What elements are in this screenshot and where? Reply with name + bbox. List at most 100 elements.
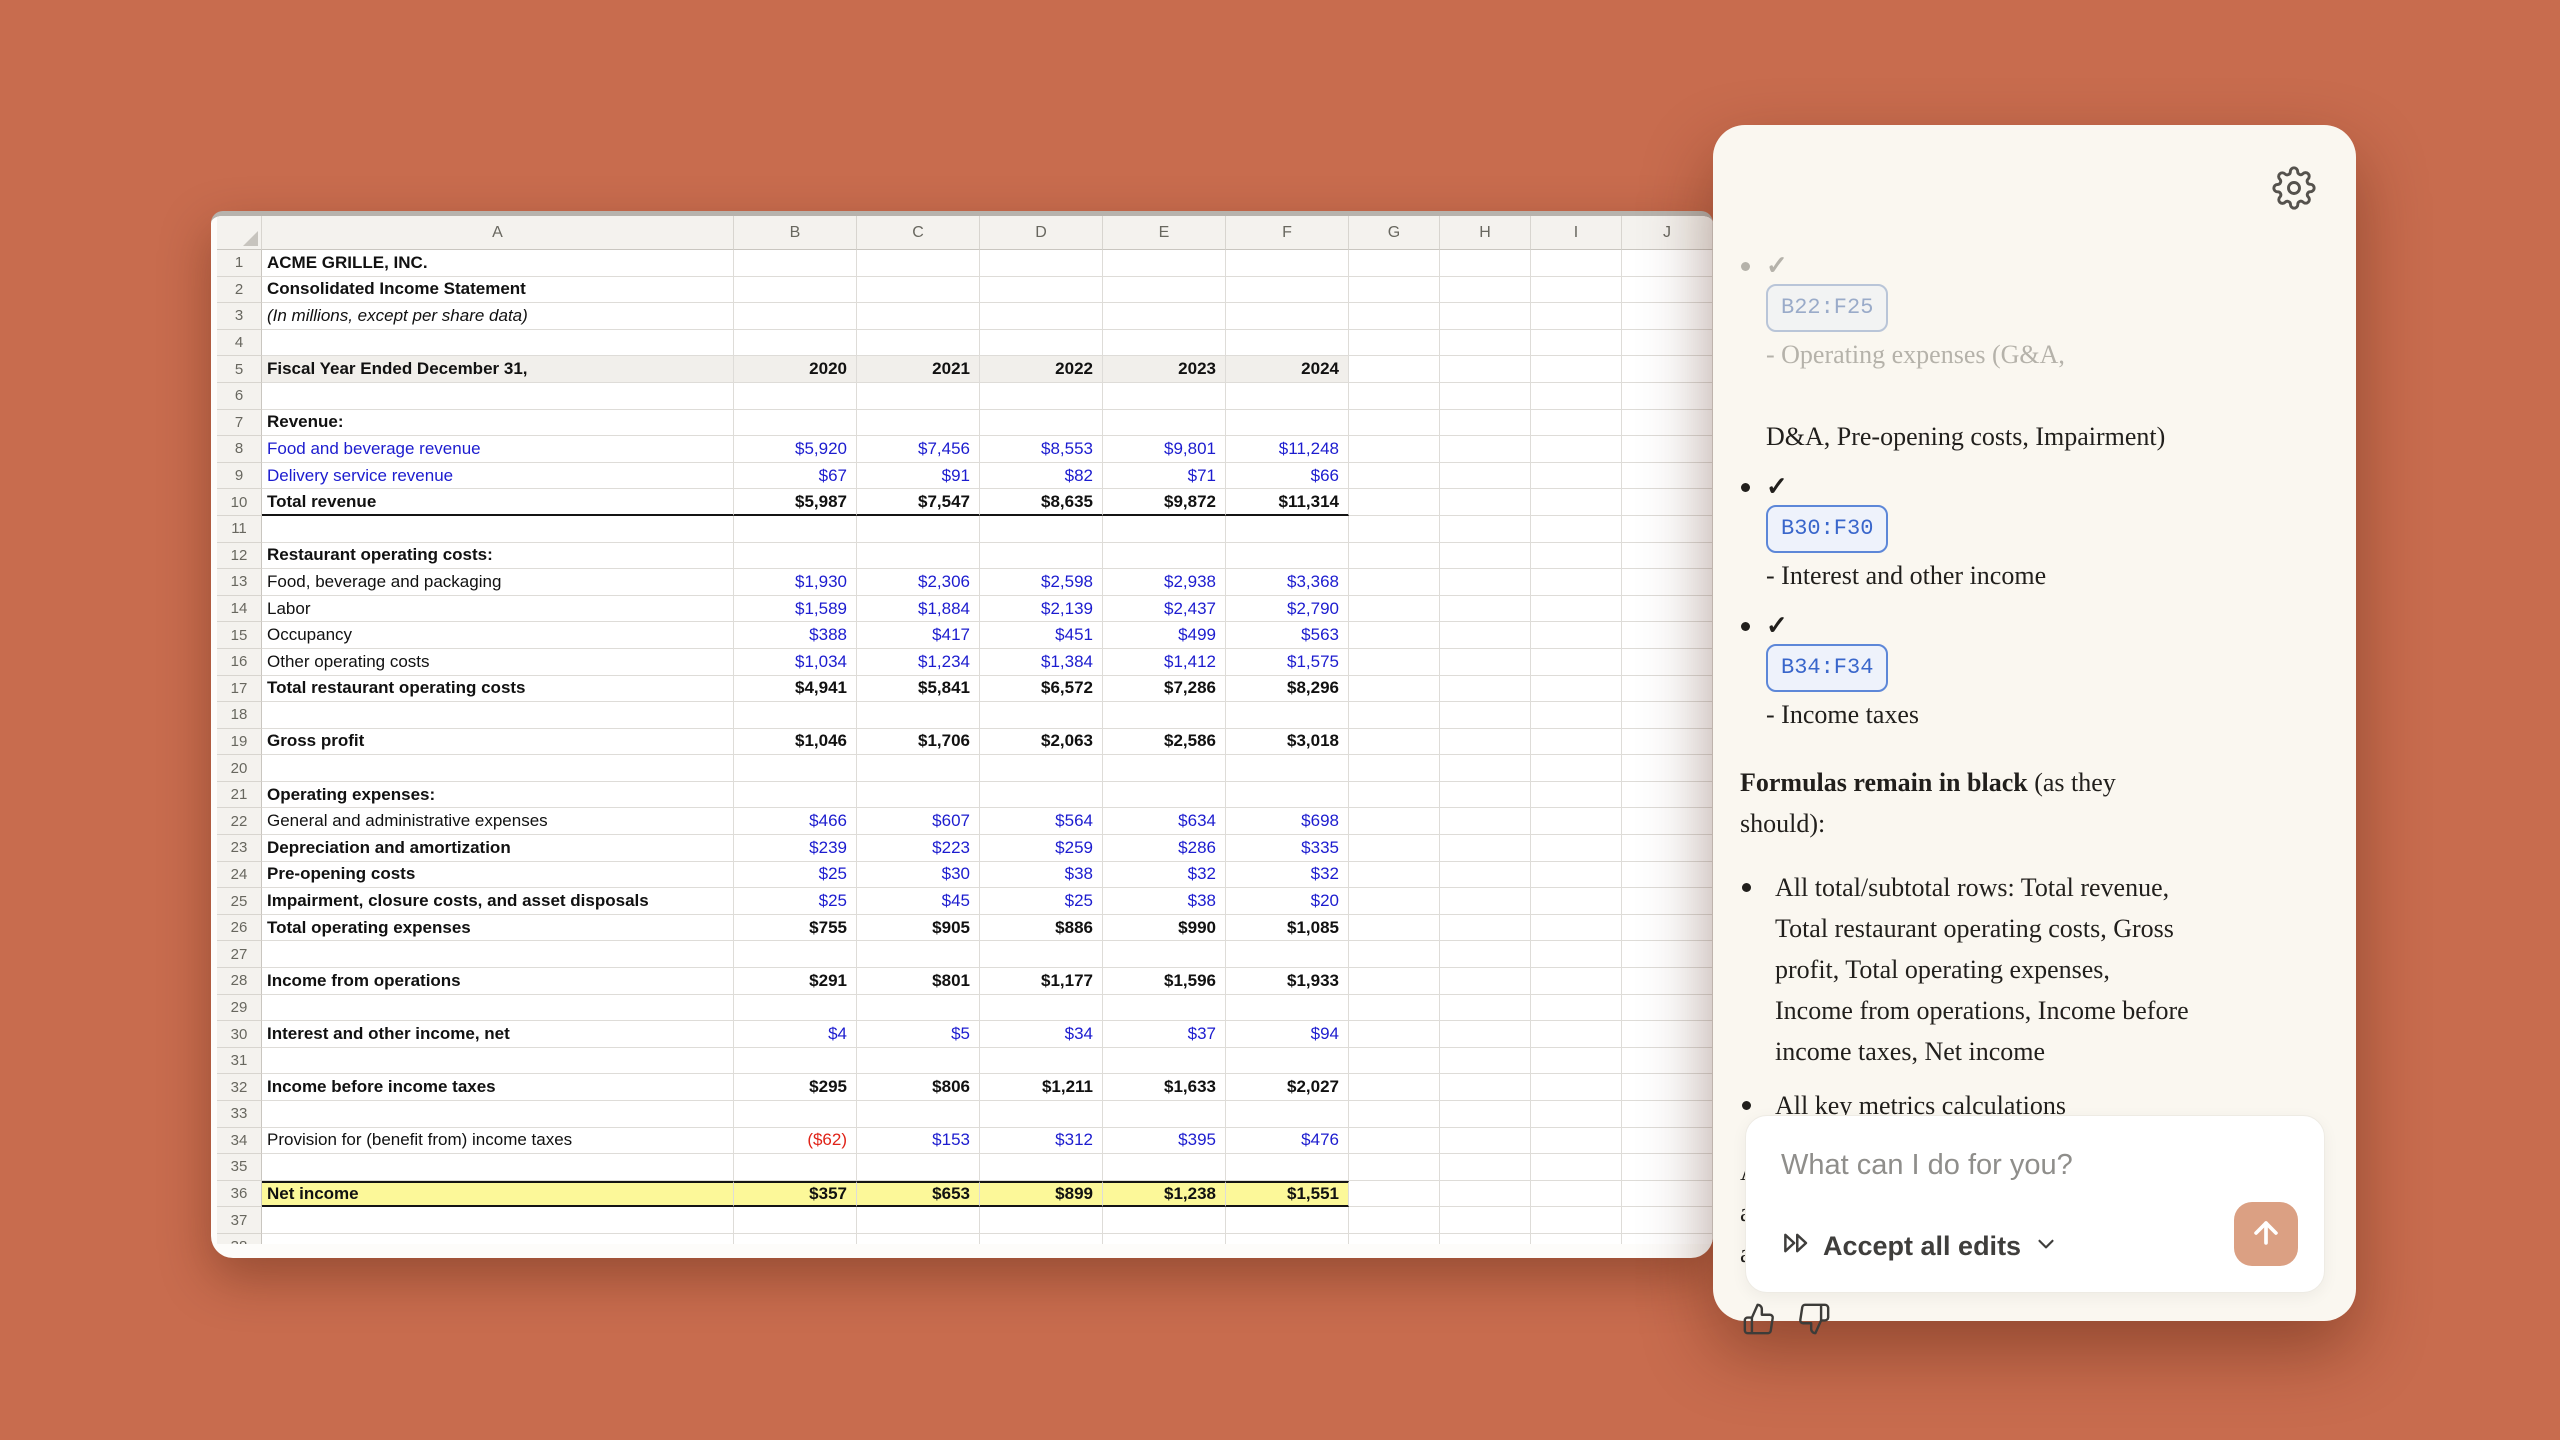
cell-j2[interactable] [1622, 277, 1713, 304]
cell-j25[interactable] [1622, 888, 1713, 915]
cell-e22[interactable]: $634 [1103, 808, 1226, 835]
cell-c2[interactable] [857, 277, 980, 304]
cell-j15[interactable] [1622, 622, 1713, 649]
cell-f28[interactable]: $1,933 [1226, 968, 1349, 995]
cell-i30[interactable] [1531, 1021, 1622, 1048]
cell-i8[interactable] [1531, 436, 1622, 463]
row-header-18[interactable]: 18 [217, 702, 262, 729]
cell-j32[interactable] [1622, 1074, 1713, 1101]
cell-c33[interactable] [857, 1101, 980, 1128]
cell-j21[interactable] [1622, 782, 1713, 809]
row-header-5[interactable]: 5 [217, 356, 262, 383]
cell-f24[interactable]: $32 [1226, 862, 1349, 889]
cell-c14[interactable]: $1,884 [857, 596, 980, 623]
cell-f17[interactable]: $8,296 [1226, 676, 1349, 703]
cell-a8[interactable]: Food and beverage revenue [262, 436, 734, 463]
cell-h22[interactable] [1440, 808, 1531, 835]
column-header-j[interactable]: J [1622, 216, 1713, 250]
cell-i12[interactable] [1531, 543, 1622, 570]
cell-g37[interactable] [1349, 1207, 1440, 1234]
cell-j26[interactable] [1622, 915, 1713, 942]
cell-h31[interactable] [1440, 1048, 1531, 1075]
row-header-29[interactable]: 29 [217, 995, 262, 1022]
cell-j38[interactable] [1622, 1234, 1713, 1244]
cell-i34[interactable] [1531, 1128, 1622, 1155]
cell-j19[interactable] [1622, 729, 1713, 756]
cell-a38[interactable] [262, 1234, 734, 1244]
cell-b24[interactable]: $25 [734, 862, 857, 889]
cell-c35[interactable] [857, 1154, 980, 1181]
row-header-3[interactable]: 3 [217, 303, 262, 330]
cell-b18[interactable] [734, 702, 857, 729]
cell-a13[interactable]: Food, beverage and packaging [262, 569, 734, 596]
cell-a20[interactable] [262, 755, 734, 782]
row-header-35[interactable]: 35 [217, 1154, 262, 1181]
row-header-22[interactable]: 22 [217, 808, 262, 835]
cell-b27[interactable] [734, 941, 857, 968]
cell-h29[interactable] [1440, 995, 1531, 1022]
row-header-38[interactable]: 38 [217, 1234, 262, 1244]
cell-e19[interactable]: $2,586 [1103, 729, 1226, 756]
cell-j24[interactable] [1622, 862, 1713, 889]
cell-b28[interactable]: $291 [734, 968, 857, 995]
cell-e15[interactable]: $499 [1103, 622, 1226, 649]
cell-j27[interactable] [1622, 941, 1713, 968]
cell-e18[interactable] [1103, 702, 1226, 729]
cell-j6[interactable] [1622, 383, 1713, 410]
cell-e33[interactable] [1103, 1101, 1226, 1128]
cell-h10[interactable] [1440, 489, 1531, 516]
cell-d5[interactable]: 2022 [980, 356, 1103, 383]
row-header-36[interactable]: 36 [217, 1181, 262, 1208]
cell-c19[interactable]: $1,706 [857, 729, 980, 756]
cell-a32[interactable]: Income before income taxes [262, 1074, 734, 1101]
cell-g34[interactable] [1349, 1128, 1440, 1155]
cell-i32[interactable] [1531, 1074, 1622, 1101]
cell-i26[interactable] [1531, 915, 1622, 942]
cell-c4[interactable] [857, 330, 980, 357]
cell-e23[interactable]: $286 [1103, 835, 1226, 862]
cell-b19[interactable]: $1,046 [734, 729, 857, 756]
cell-d26[interactable]: $886 [980, 915, 1103, 942]
cell-h9[interactable] [1440, 463, 1531, 490]
cell-d28[interactable]: $1,177 [980, 968, 1103, 995]
cell-a16[interactable]: Other operating costs [262, 649, 734, 676]
cell-h34[interactable] [1440, 1128, 1531, 1155]
cell-c5[interactable]: 2021 [857, 356, 980, 383]
cell-d16[interactable]: $1,384 [980, 649, 1103, 676]
cell-c28[interactable]: $801 [857, 968, 980, 995]
cell-c32[interactable]: $806 [857, 1074, 980, 1101]
cell-a2[interactable]: Consolidated Income Statement [262, 277, 734, 304]
cell-h4[interactable] [1440, 330, 1531, 357]
cell-c7[interactable] [857, 410, 980, 437]
cell-f3[interactable] [1226, 303, 1349, 330]
cell-d22[interactable]: $564 [980, 808, 1103, 835]
row-header-25[interactable]: 25 [217, 888, 262, 915]
cell-f7[interactable] [1226, 410, 1349, 437]
cell-i5[interactable] [1531, 356, 1622, 383]
cell-f5[interactable]: 2024 [1226, 356, 1349, 383]
cell-g1[interactable] [1349, 250, 1440, 277]
cell-h23[interactable] [1440, 835, 1531, 862]
row-header-10[interactable]: 10 [217, 489, 262, 516]
cell-a10[interactable]: Total revenue [262, 489, 734, 516]
cell-j1[interactable] [1622, 250, 1713, 277]
cell-b15[interactable]: $388 [734, 622, 857, 649]
cell-f18[interactable] [1226, 702, 1349, 729]
cell-a18[interactable] [262, 702, 734, 729]
cell-d36[interactable]: $899 [980, 1181, 1103, 1208]
cell-d4[interactable] [980, 330, 1103, 357]
cell-f14[interactable]: $2,790 [1226, 596, 1349, 623]
cell-e17[interactable]: $7,286 [1103, 676, 1226, 703]
cell-h28[interactable] [1440, 968, 1531, 995]
cell-i16[interactable] [1531, 649, 1622, 676]
cell-f35[interactable] [1226, 1154, 1349, 1181]
cell-e25[interactable]: $38 [1103, 888, 1226, 915]
cell-g30[interactable] [1349, 1021, 1440, 1048]
cell-b35[interactable] [734, 1154, 857, 1181]
cell-c34[interactable]: $153 [857, 1128, 980, 1155]
cell-f32[interactable]: $2,027 [1226, 1074, 1349, 1101]
cell-b1[interactable] [734, 250, 857, 277]
cell-c9[interactable]: $91 [857, 463, 980, 490]
cell-e24[interactable]: $32 [1103, 862, 1226, 889]
cell-b6[interactable] [734, 383, 857, 410]
